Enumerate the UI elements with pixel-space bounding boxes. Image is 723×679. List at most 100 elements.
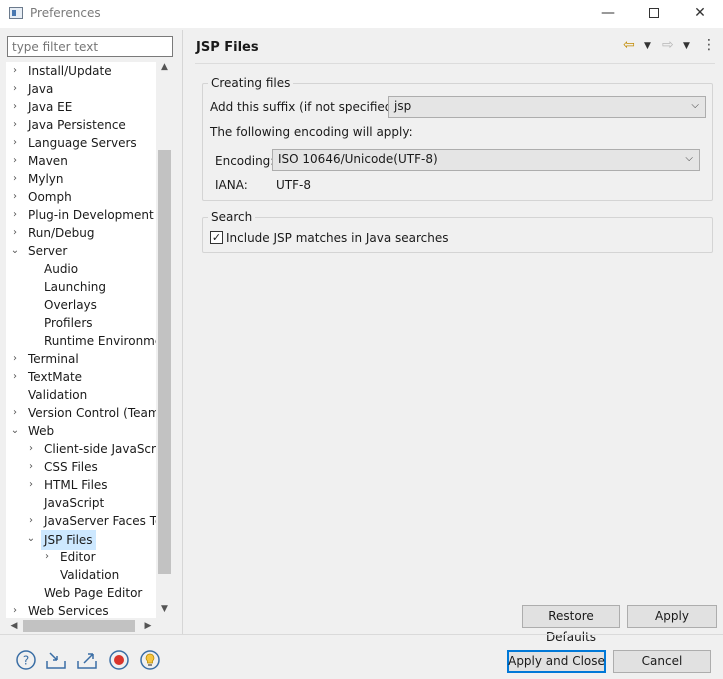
chevron-right-icon[interactable]: › [10, 170, 20, 188]
window-title: Preferences [30, 6, 101, 20]
minimize-button[interactable]: — [585, 0, 631, 28]
view-menu-icon[interactable]: ⋮ [702, 37, 716, 53]
import-icon[interactable] [45, 649, 67, 671]
chevron-right-icon[interactable]: › [42, 548, 52, 566]
close-button[interactable]: ✕ [677, 0, 723, 28]
page-title: JSP Files [196, 40, 259, 55]
tree-item[interactable]: JavaScript [6, 494, 172, 512]
chevron-right-icon[interactable]: › [10, 116, 20, 134]
tree-item[interactable]: › Java EE [6, 98, 172, 116]
tree-item[interactable]: › Client-side JavaScript [6, 440, 172, 458]
tree-item[interactable]: › TextMate [6, 368, 172, 386]
encoding-value: ISO 10646/Unicode(UTF-8) [278, 152, 438, 166]
tree-item[interactable]: ⌄ Web [6, 422, 172, 440]
scroll-left-icon[interactable]: ◀ [6, 618, 22, 634]
record-icon[interactable] [108, 649, 130, 671]
tree-item[interactable]: ⌄ Server [6, 242, 172, 260]
tree-item[interactable]: Profilers [6, 314, 172, 332]
tree-item-label: TextMate [28, 370, 83, 384]
filter-input[interactable] [7, 36, 173, 57]
chevron-right-icon[interactable]: › [10, 206, 20, 224]
apply-and-close-button[interactable]: Apply and Close [507, 650, 606, 673]
chevron-down-icon[interactable]: ⌄ [10, 422, 20, 440]
iana-value: UTF-8 [276, 178, 311, 192]
tree-item[interactable]: › HTML Files [6, 476, 172, 494]
chevron-down-icon: ⌵ [685, 153, 693, 164]
export-icon[interactable] [76, 649, 98, 671]
tree-item[interactable]: › Java [6, 80, 172, 98]
back-menu-icon[interactable]: ▼ [644, 41, 651, 51]
chevron-down-icon[interactable]: ⌄ [26, 530, 36, 548]
footer-separator [0, 634, 723, 635]
cancel-button[interactable]: Cancel [613, 650, 711, 673]
tree-item-label: Overlays [44, 298, 97, 312]
tree-item[interactable]: Validation [6, 386, 172, 404]
tree-item[interactable]: › Editor [6, 548, 172, 566]
tree-item[interactable]: › JavaServer Faces Tools [6, 512, 172, 530]
chevron-right-icon[interactable]: › [10, 188, 20, 206]
tree-horizontal-scrollbar[interactable]: ◀ ▶ [6, 618, 156, 634]
forward-menu-icon[interactable]: ▼ [683, 41, 690, 51]
include-jsp-checkbox[interactable]: ✓ [210, 231, 223, 244]
forward-arrow-icon[interactable]: ⇨ [662, 37, 674, 53]
chevron-right-icon[interactable]: › [10, 602, 20, 618]
tree-item[interactable]: Launching [6, 278, 172, 296]
tree-vertical-scrollbar[interactable]: ▲ ▼ [156, 62, 173, 618]
tree-item[interactable]: › CSS Files [6, 458, 172, 476]
chevron-right-icon[interactable]: › [26, 512, 36, 530]
tree-item[interactable]: › Terminal [6, 350, 172, 368]
panel-divider[interactable] [182, 30, 183, 634]
tree-item-label: Web [28, 424, 55, 438]
chevron-right-icon[interactable]: › [10, 350, 20, 368]
tree-item-label: JSP Files [41, 530, 96, 550]
apply-button[interactable]: Apply [627, 605, 717, 628]
tree-item-label: Install/Update [28, 64, 112, 78]
scroll-thumb-horizontal[interactable] [23, 620, 135, 632]
tree-item[interactable]: › Language Servers [6, 134, 172, 152]
scroll-right-icon[interactable]: ▶ [140, 618, 156, 634]
restore-defaults-button[interactable]: Restore Defaults [522, 605, 620, 644]
tree-item[interactable]: › Java Persistence [6, 116, 172, 134]
tree-item[interactable]: › Maven [6, 152, 172, 170]
chevron-right-icon[interactable]: › [10, 134, 20, 152]
tree-item[interactable]: › Mylyn [6, 170, 172, 188]
scroll-down-icon[interactable]: ▼ [156, 604, 173, 618]
chevron-right-icon[interactable]: › [26, 458, 36, 476]
tree-item[interactable]: › Web Services [6, 602, 172, 618]
back-arrow-icon[interactable]: ⇦ [623, 37, 635, 53]
chevron-right-icon[interactable]: › [10, 368, 20, 386]
tree-item[interactable]: ⌄ JSP Files [6, 530, 172, 550]
tree-item[interactable]: › Run/Debug [6, 224, 172, 242]
tree-item[interactable]: Audio [6, 260, 172, 278]
tree-item-label: Java Persistence [28, 118, 126, 132]
iana-label: IANA: [215, 178, 248, 192]
chevron-right-icon[interactable]: › [26, 476, 36, 494]
suffix-label: Add this suffix (if not specified): [210, 100, 402, 114]
tree-item-label: JavaScript [44, 496, 105, 510]
tree-item[interactable]: Validation [6, 566, 172, 584]
tree-item[interactable]: › Install/Update [6, 62, 172, 80]
tree-item[interactable]: › Oomph [6, 188, 172, 206]
encoding-combo[interactable]: ISO 10646/Unicode(UTF-8) ⌵ [272, 149, 700, 171]
lightbulb-icon[interactable] [139, 649, 161, 671]
tree-item-label: Run/Debug [28, 226, 95, 240]
maximize-button[interactable] [631, 0, 677, 28]
tree-item[interactable]: Web Page Editor [6, 584, 172, 602]
chevron-right-icon[interactable]: › [10, 224, 20, 242]
tree-item[interactable]: › Version Control (Team) [6, 404, 172, 422]
chevron-right-icon[interactable]: › [10, 404, 20, 422]
scroll-thumb[interactable] [158, 150, 171, 574]
chevron-right-icon[interactable]: › [10, 98, 20, 116]
tree-item[interactable]: › Plug-in Development [6, 206, 172, 224]
scroll-up-icon[interactable]: ▲ [156, 62, 173, 76]
suffix-combo[interactable]: jsp ⌵ [388, 96, 706, 118]
chevron-right-icon[interactable]: › [10, 80, 20, 98]
tree-item[interactable]: Overlays [6, 296, 172, 314]
tree-item[interactable]: Runtime Environments [6, 332, 172, 350]
include-jsp-label[interactable]: Include JSP matches in Java searches [226, 231, 449, 245]
chevron-right-icon[interactable]: › [26, 440, 36, 458]
chevron-right-icon[interactable]: › [10, 62, 20, 80]
chevron-down-icon[interactable]: ⌄ [10, 242, 20, 260]
chevron-right-icon[interactable]: › [10, 152, 20, 170]
help-icon[interactable]: ? [15, 649, 37, 671]
